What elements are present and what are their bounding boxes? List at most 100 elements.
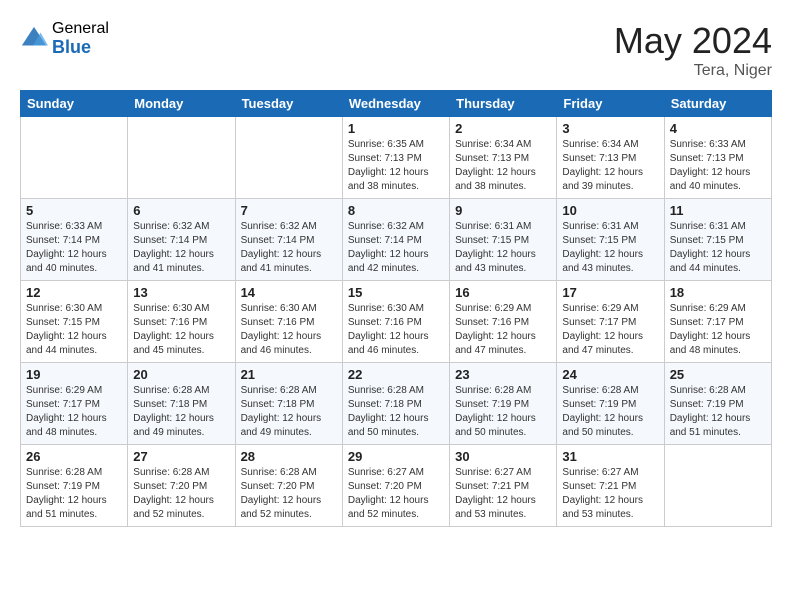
day-info: Sunrise: 6:35 AM Sunset: 7:13 PM Dayligh… [348, 138, 444, 194]
day-info: Sunrise: 6:28 AM Sunset: 7:18 PM Dayligh… [241, 384, 337, 440]
logo-icon [20, 25, 48, 53]
day-info: Sunrise: 6:28 AM Sunset: 7:20 PM Dayligh… [241, 466, 337, 522]
day-info: Sunrise: 6:28 AM Sunset: 7:20 PM Dayligh… [133, 466, 229, 522]
calendar-day-20: 20Sunrise: 6:28 AM Sunset: 7:18 PM Dayli… [128, 363, 235, 445]
calendar-day-7: 7Sunrise: 6:32 AM Sunset: 7:14 PM Daylig… [235, 199, 342, 281]
calendar-table: SundayMondayTuesdayWednesdayThursdayFrid… [20, 90, 772, 527]
day-number: 6 [133, 203, 229, 218]
calendar-day-24: 24Sunrise: 6:28 AM Sunset: 7:19 PM Dayli… [557, 363, 664, 445]
day-info: Sunrise: 6:33 AM Sunset: 7:13 PM Dayligh… [670, 138, 766, 194]
calendar-day-5: 5 Sunrise: 6:33 AM Sunset: 7:14 PM Daylig… [21, 199, 128, 281]
calendar-day-9: 9 Sunrise: 6:31 AM Sunset: 7:15 PM Daylig… [450, 199, 557, 281]
calendar-day-29: 29 Sunrise: 6:27 AM Sunset: 7:20 PM Dayli… [342, 445, 449, 527]
day-info: Sunrise: 6:31 AM Sunset: 7:15 PM Dayligh… [562, 220, 658, 276]
calendar-day-22: 22 Sunrise: 6:28 AM Sunset: 7:18 PM Dayli… [342, 363, 449, 445]
day-number: 28 [241, 449, 337, 464]
empty-day-cell [235, 117, 342, 199]
day-info: Sunrise: 6:27 AM Sunset: 7:20 PM Dayligh… [348, 466, 444, 522]
calendar-day-15: 15Sunrise: 6:30 AM Sunset: 7:16 PM Dayli… [342, 281, 449, 363]
calendar-week-row: 1Sunrise: 6:35 AM Sunset: 7:13 PM Daylig… [21, 117, 772, 199]
day-info: Sunrise: 6:30 AM Sunset: 7:15 PM Dayligh… [26, 302, 122, 358]
day-number: 23 [455, 367, 551, 382]
day-header-sunday: Sunday [21, 91, 128, 117]
logo-text: General Blue [52, 20, 109, 57]
calendar-week-row: 5 Sunrise: 6:33 AM Sunset: 7:14 PM Daylig… [21, 199, 772, 281]
day-info: Sunrise: 6:32 AM Sunset: 7:14 PM Dayligh… [241, 220, 337, 276]
day-info: Sunrise: 6:27 AM Sunset: 7:21 PM Dayligh… [562, 466, 658, 522]
empty-day-cell [128, 117, 235, 199]
day-number: 27 [133, 449, 229, 464]
calendar-day-21: 21 Sunrise: 6:28 AM Sunset: 7:18 PM Dayli… [235, 363, 342, 445]
day-number: 5 [26, 203, 122, 218]
day-number: 21 [241, 367, 337, 382]
day-header-friday: Friday [557, 91, 664, 117]
day-info: Sunrise: 6:31 AM Sunset: 7:15 PM Dayligh… [670, 220, 766, 276]
calendar-day-17: 17 Sunrise: 6:29 AM Sunset: 7:17 PM Dayli… [557, 281, 664, 363]
day-number: 29 [348, 449, 444, 464]
empty-day-cell [21, 117, 128, 199]
day-info: Sunrise: 6:34 AM Sunset: 7:13 PM Dayligh… [455, 138, 551, 194]
day-info: Sunrise: 6:29 AM Sunset: 7:17 PM Dayligh… [26, 384, 122, 440]
calendar-day-2: 2 Sunrise: 6:34 AM Sunset: 7:13 PM Daylig… [450, 117, 557, 199]
calendar-week-row: 12 Sunrise: 6:30 AM Sunset: 7:15 PM Dayli… [21, 281, 772, 363]
calendar-day-13: 13 Sunrise: 6:30 AM Sunset: 7:16 PM Dayli… [128, 281, 235, 363]
day-header-monday: Monday [128, 91, 235, 117]
day-number: 26 [26, 449, 122, 464]
logo-general: General [52, 20, 109, 38]
calendar-day-16: 16 Sunrise: 6:29 AM Sunset: 7:16 PM Dayli… [450, 281, 557, 363]
day-number: 15 [348, 285, 444, 300]
day-number: 9 [455, 203, 551, 218]
calendar-day-23: 23 Sunrise: 6:28 AM Sunset: 7:19 PM Dayli… [450, 363, 557, 445]
calendar-day-3: 3Sunrise: 6:34 AM Sunset: 7:13 PM Daylig… [557, 117, 664, 199]
day-info: Sunrise: 6:28 AM Sunset: 7:19 PM Dayligh… [455, 384, 551, 440]
calendar-day-27: 27 Sunrise: 6:28 AM Sunset: 7:20 PM Dayli… [128, 445, 235, 527]
day-info: Sunrise: 6:28 AM Sunset: 7:18 PM Dayligh… [348, 384, 444, 440]
day-number: 16 [455, 285, 551, 300]
day-info: Sunrise: 6:27 AM Sunset: 7:21 PM Dayligh… [455, 466, 551, 522]
day-header-wednesday: Wednesday [342, 91, 449, 117]
day-info: Sunrise: 6:29 AM Sunset: 7:17 PM Dayligh… [562, 302, 658, 358]
calendar-day-6: 6Sunrise: 6:32 AM Sunset: 7:14 PM Daylig… [128, 199, 235, 281]
day-number: 22 [348, 367, 444, 382]
day-number: 19 [26, 367, 122, 382]
day-number: 25 [670, 367, 766, 382]
day-number: 20 [133, 367, 229, 382]
logo-blue: Blue [52, 38, 109, 58]
day-info: Sunrise: 6:29 AM Sunset: 7:16 PM Dayligh… [455, 302, 551, 358]
day-info: Sunrise: 6:33 AM Sunset: 7:14 PM Dayligh… [26, 220, 122, 276]
calendar-day-8: 8 Sunrise: 6:32 AM Sunset: 7:14 PM Daylig… [342, 199, 449, 281]
calendar-day-12: 12 Sunrise: 6:30 AM Sunset: 7:15 PM Dayli… [21, 281, 128, 363]
calendar-week-row: 19 Sunrise: 6:29 AM Sunset: 7:17 PM Dayli… [21, 363, 772, 445]
day-info: Sunrise: 6:31 AM Sunset: 7:15 PM Dayligh… [455, 220, 551, 276]
calendar-day-30: 30 Sunrise: 6:27 AM Sunset: 7:21 PM Dayli… [450, 445, 557, 527]
month-title: May 2024 [614, 20, 772, 62]
day-info: Sunrise: 6:34 AM Sunset: 7:13 PM Dayligh… [562, 138, 658, 194]
day-number: 13 [133, 285, 229, 300]
calendar-day-10: 10Sunrise: 6:31 AM Sunset: 7:15 PM Dayli… [557, 199, 664, 281]
day-info: Sunrise: 6:28 AM Sunset: 7:19 PM Dayligh… [26, 466, 122, 522]
day-number: 11 [670, 203, 766, 218]
calendar-day-4: 4Sunrise: 6:33 AM Sunset: 7:13 PM Daylig… [664, 117, 771, 199]
location: Tera, Niger [614, 62, 772, 80]
calendar-day-19: 19 Sunrise: 6:29 AM Sunset: 7:17 PM Dayli… [21, 363, 128, 445]
calendar-week-row: 26 Sunrise: 6:28 AM Sunset: 7:19 PM Dayli… [21, 445, 772, 527]
calendar-day-11: 11 Sunrise: 6:31 AM Sunset: 7:15 PM Dayli… [664, 199, 771, 281]
day-number: 31 [562, 449, 658, 464]
calendar-header-row: SundayMondayTuesdayWednesdayThursdayFrid… [21, 91, 772, 117]
day-info: Sunrise: 6:30 AM Sunset: 7:16 PM Dayligh… [133, 302, 229, 358]
page-header: General Blue May 2024 Tera, Niger [20, 20, 772, 80]
calendar-day-25: 25Sunrise: 6:28 AM Sunset: 7:19 PM Dayli… [664, 363, 771, 445]
day-info: Sunrise: 6:29 AM Sunset: 7:17 PM Dayligh… [670, 302, 766, 358]
day-info: Sunrise: 6:30 AM Sunset: 7:16 PM Dayligh… [241, 302, 337, 358]
day-number: 17 [562, 285, 658, 300]
day-number: 30 [455, 449, 551, 464]
day-number: 2 [455, 121, 551, 136]
title-block: May 2024 Tera, Niger [614, 20, 772, 80]
calendar-day-31: 31 Sunrise: 6:27 AM Sunset: 7:21 PM Dayli… [557, 445, 664, 527]
day-info: Sunrise: 6:32 AM Sunset: 7:14 PM Dayligh… [348, 220, 444, 276]
day-number: 12 [26, 285, 122, 300]
day-number: 8 [348, 203, 444, 218]
logo: General Blue [20, 20, 109, 57]
calendar-day-1: 1Sunrise: 6:35 AM Sunset: 7:13 PM Daylig… [342, 117, 449, 199]
calendar-day-26: 26 Sunrise: 6:28 AM Sunset: 7:19 PM Dayli… [21, 445, 128, 527]
